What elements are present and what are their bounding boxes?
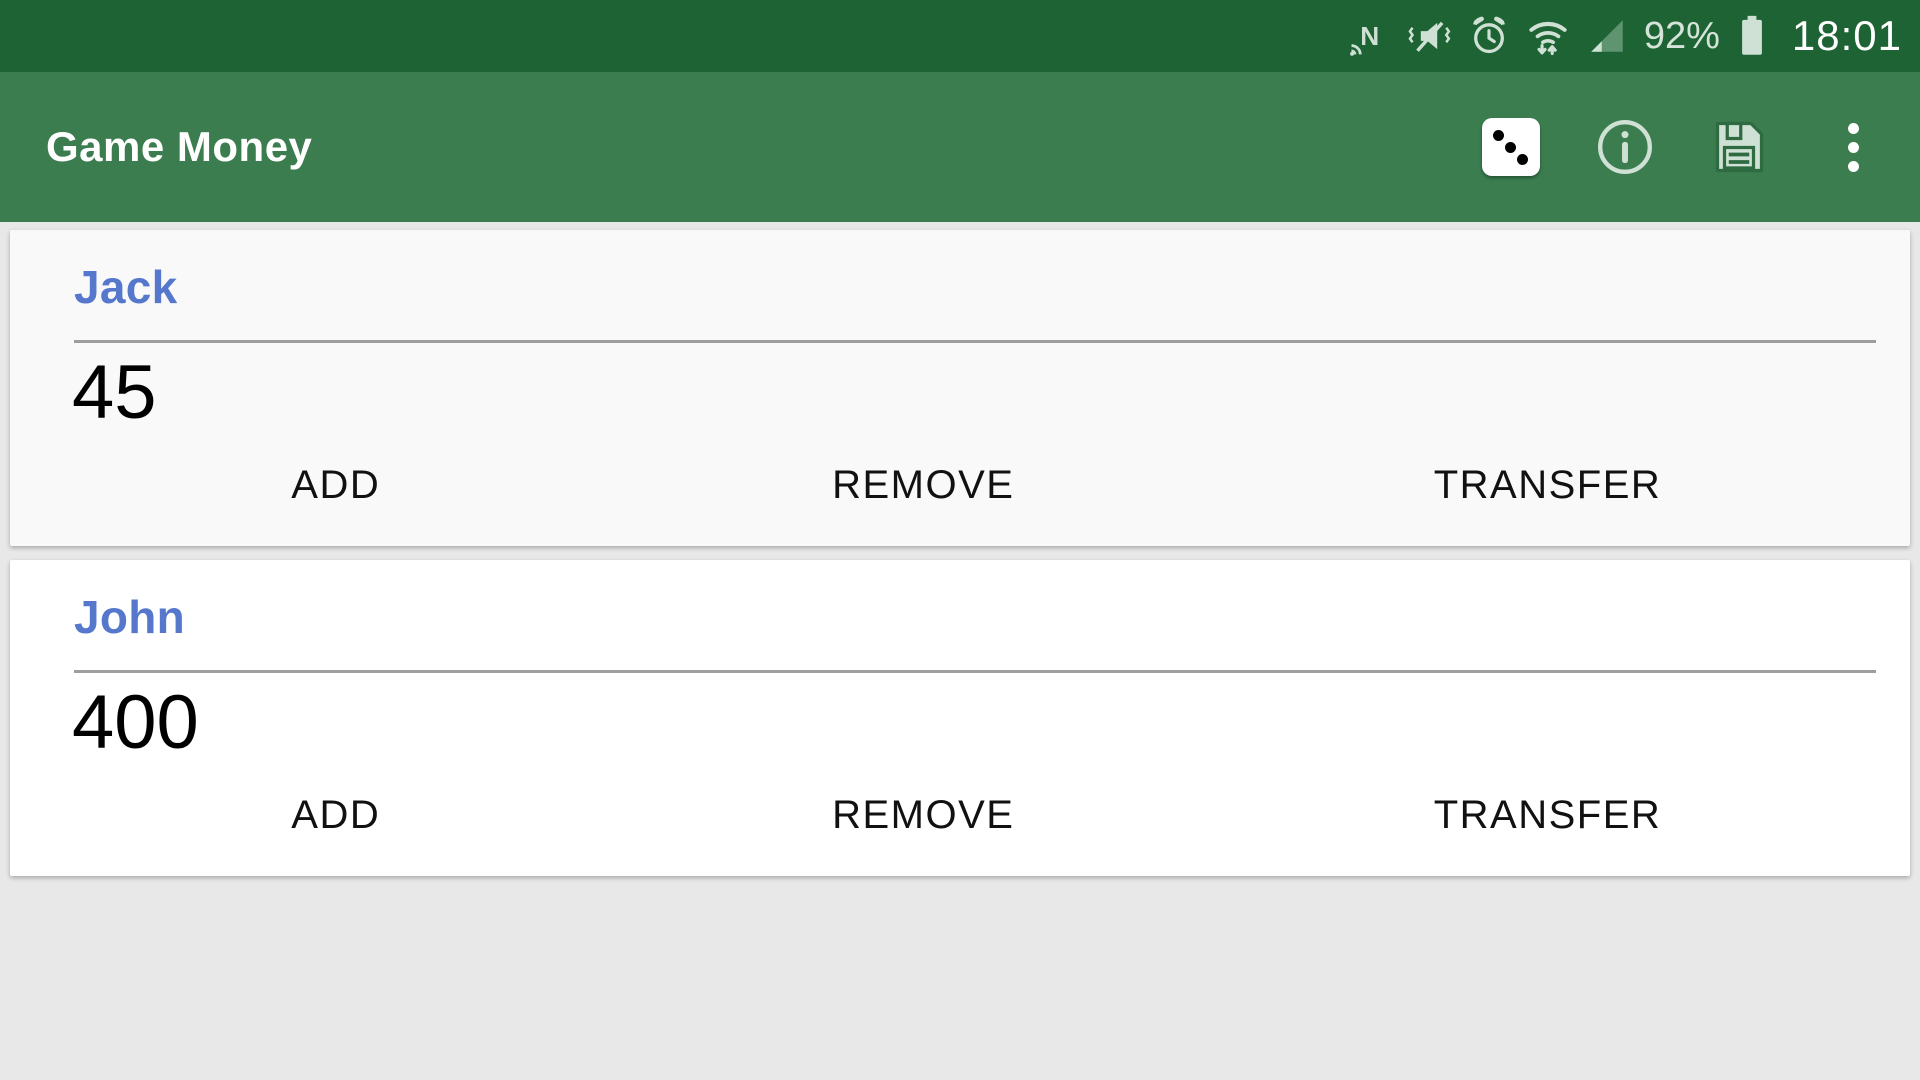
app-bar: Game Money bbox=[0, 72, 1920, 222]
player-name: Jack bbox=[74, 261, 178, 313]
card-divider bbox=[74, 340, 1876, 343]
overflow-menu-button[interactable] bbox=[1822, 116, 1884, 178]
player-card[interactable]: John 400 ADD REMOVE TRANSFER bbox=[10, 559, 1910, 876]
player-balance: 400 bbox=[72, 679, 199, 765]
player-name: John bbox=[74, 590, 186, 643]
player-list: Jack 45 ADD REMOVE TRANSFER John 400 ADD… bbox=[0, 222, 1920, 1080]
app-title: Game Money bbox=[46, 123, 313, 170]
player-card[interactable]: Jack 45 ADD REMOVE TRANSFER bbox=[10, 230, 1910, 546]
svg-text:N: N bbox=[1360, 21, 1379, 51]
card-divider bbox=[74, 669, 1876, 673]
player-balance: 45 bbox=[72, 350, 157, 435]
add-button[interactable]: ADD bbox=[42, 785, 630, 846]
transfer-button[interactable]: TRANSFER bbox=[1217, 455, 1878, 516]
overflow-menu-icon bbox=[1847, 122, 1859, 172]
remove-button[interactable]: REMOVE bbox=[630, 785, 1218, 846]
info-button[interactable] bbox=[1594, 116, 1656, 178]
status-bar-clock: 18:01 bbox=[1791, 12, 1902, 59]
remove-button[interactable]: REMOVE bbox=[630, 455, 1218, 516]
vibrate-mute-icon bbox=[1406, 15, 1452, 57]
app-bar-actions bbox=[1480, 116, 1898, 178]
status-bar: N 92% 18:01 bbox=[0, 0, 1920, 72]
card-actions: ADD REMOVE TRANSFER bbox=[42, 785, 1878, 876]
dice-icon bbox=[1482, 118, 1540, 176]
transfer-button[interactable]: TRANSFER bbox=[1217, 785, 1878, 846]
battery-icon bbox=[1738, 14, 1766, 58]
dice-button[interactable] bbox=[1480, 116, 1542, 178]
nfc-icon: N bbox=[1348, 15, 1390, 57]
info-icon bbox=[1598, 120, 1652, 174]
save-button[interactable] bbox=[1708, 116, 1770, 178]
alarm-clock-icon bbox=[1468, 15, 1510, 57]
save-icon bbox=[1715, 121, 1764, 173]
battery-percentage-label: 92% bbox=[1643, 14, 1720, 57]
cellular-signal-icon bbox=[1586, 15, 1628, 57]
card-actions: ADD REMOVE TRANSFER bbox=[42, 455, 1878, 546]
add-button[interactable]: ADD bbox=[42, 455, 630, 516]
wifi-icon bbox=[1526, 15, 1570, 57]
